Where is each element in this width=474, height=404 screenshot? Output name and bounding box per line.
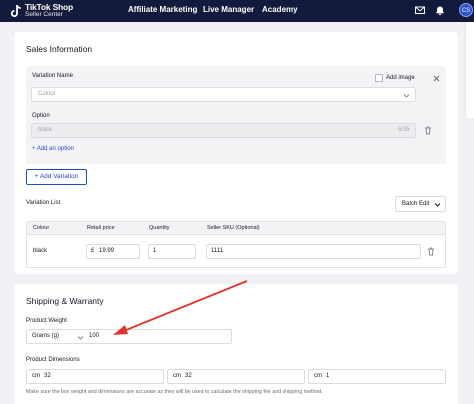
delete-variation-trash-icon[interactable]	[427, 247, 435, 256]
variation-name-label: Variation Name	[32, 73, 73, 79]
variation-panel	[26, 66, 446, 164]
table-header-row: Colour Retail price Quantity Seller SKU …	[27, 222, 445, 235]
product-dimensions-label: Product Dimensions	[26, 357, 80, 363]
width-unit: cm	[173, 373, 181, 379]
dimension-height-input[interactable]: cm 1	[308, 369, 446, 384]
chevron-down-icon	[403, 94, 410, 98]
weight-unit-select[interactable]: Grams (g)	[32, 333, 59, 339]
option-value: black	[38, 127, 53, 133]
quantity-value: 1	[153, 248, 157, 254]
option-label: Option	[32, 113, 50, 119]
width-value: 32	[185, 373, 192, 379]
mail-icon[interactable]	[414, 4, 426, 16]
nav-live-manager[interactable]: Live Manager	[203, 5, 254, 14]
column-header-seller-sku: Seller SKU (Optional)	[207, 225, 260, 231]
add-image-checkbox[interactable]	[375, 74, 383, 82]
logo-subtitle: Seller Center	[25, 11, 63, 18]
add-image-label: Add image	[386, 75, 415, 81]
product-weight-label: Product Weight	[26, 318, 67, 324]
delete-option-trash-icon[interactable]	[424, 126, 432, 135]
column-header-quantity: Quantity	[149, 225, 170, 231]
user-avatar[interactable]: CS	[459, 3, 473, 17]
shipping-warranty-title: Shipping & Warranty	[26, 296, 104, 306]
variation-list-label: Variation List	[26, 200, 61, 206]
variation-table: Colour Retail price Quantity Seller SKU …	[26, 221, 446, 268]
chevron-down-icon	[434, 203, 441, 207]
length-value: 32	[44, 373, 51, 379]
sku-value: 1111	[211, 248, 224, 254]
close-icon[interactable]	[433, 75, 440, 82]
weight-value: 100	[89, 333, 100, 339]
nav-affiliate-marketing[interactable]: Affiliate Marketing	[128, 5, 197, 14]
bell-icon[interactable]	[434, 4, 446, 16]
option-input[interactable]: black 5/35	[31, 123, 416, 138]
column-header-colour: Colour	[33, 225, 50, 231]
height-unit: cm	[314, 373, 322, 379]
dimension-width-input[interactable]: cm 32	[167, 369, 305, 384]
column-header-retail-price: Retail price	[87, 225, 115, 231]
height-value: 1	[326, 373, 330, 379]
dimensions-hint: Make sure the box weight and dimensions …	[26, 389, 323, 395]
top-navigation-bar: TikTok Shop Seller Center Affiliate Mark…	[0, 0, 474, 22]
batch-edit-label: Batch Edit	[402, 201, 430, 207]
batch-edit-button[interactable]: Batch Edit	[395, 196, 446, 212]
nav-academy[interactable]: Academy	[262, 5, 298, 14]
option-char-counter: 5/35	[398, 127, 410, 133]
seller-sku-input[interactable]: 1111	[206, 244, 421, 259]
sales-information-title: Sales Information	[26, 44, 93, 54]
tiktok-logo-icon	[10, 4, 21, 17]
currency-symbol: £	[91, 248, 95, 254]
price-value: 19.99	[99, 248, 115, 254]
chevron-down-icon	[77, 336, 84, 340]
side-panel-edge	[465, 22, 474, 118]
dimension-length-input[interactable]: cm 32	[26, 369, 164, 384]
row-colour-value: black	[33, 248, 48, 254]
quantity-input[interactable]: 1	[148, 244, 196, 259]
variation-name-placeholder: Colour	[38, 91, 56, 97]
add-option-link[interactable]: + Add an option	[32, 146, 74, 152]
add-variation-button[interactable]: + Add Variation	[26, 169, 87, 185]
length-unit: cm	[32, 373, 40, 379]
variation-name-select[interactable]: Colour	[31, 87, 416, 102]
retail-price-input[interactable]: £ 19.99	[86, 244, 140, 259]
product-weight-field[interactable]: Grams (g) 100	[26, 329, 232, 344]
